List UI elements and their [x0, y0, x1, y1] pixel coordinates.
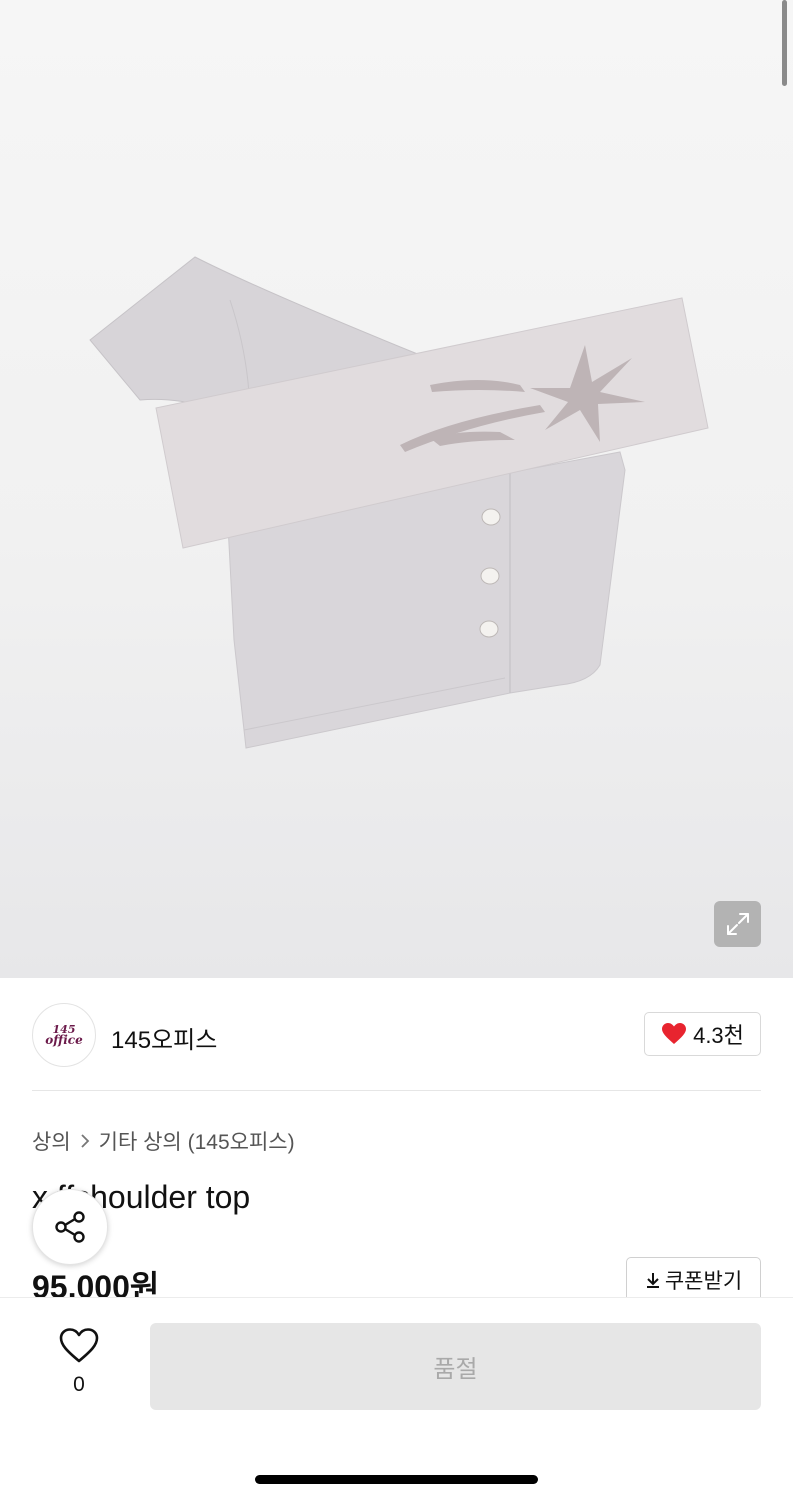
heart-outline-icon: [59, 1328, 99, 1363]
seller-name[interactable]: 145오피스: [111, 1020, 217, 1055]
coupon-label: 쿠폰받기: [664, 1270, 743, 1293]
seller-logo[interactable]: 145 office: [32, 1003, 96, 1067]
wishlist-count: 0: [73, 1373, 85, 1396]
share-button[interactable]: [32, 1189, 108, 1265]
product-photo: [89, 256, 709, 749]
scrollbar-thumb[interactable]: [782, 0, 787, 86]
expand-icon: [726, 913, 749, 935]
seller-logo-line2: office: [45, 1033, 83, 1047]
download-icon: [646, 1273, 659, 1288]
seller-row[interactable]: 145 office 145오피스 4.3천: [32, 1003, 761, 1067]
home-indicator: [255, 1475, 538, 1484]
breadcrumb: 상의 기타 상의 (145오피스): [32, 1126, 295, 1156]
heart-filled-icon: [662, 1023, 687, 1044]
sold-out-button[interactable]: 품절: [150, 1323, 761, 1410]
share-icon: [55, 1211, 85, 1243]
bottom-action-bar: 0 품절: [0, 1297, 793, 1501]
product-image-area[interactable]: [0, 0, 793, 978]
expand-image-button[interactable]: [714, 901, 761, 947]
breadcrumb-subcategory[interactable]: 기타 상의 (145오피스): [99, 1126, 295, 1156]
wishlist-button[interactable]: [58, 1327, 100, 1370]
breadcrumb-category[interactable]: 상의: [32, 1126, 71, 1156]
seller-like-count: 4.3천: [693, 1023, 744, 1048]
chevron-right-icon: [81, 1134, 89, 1148]
divider: [32, 1090, 761, 1091]
seller-like-button[interactable]: 4.3천: [644, 1012, 761, 1056]
